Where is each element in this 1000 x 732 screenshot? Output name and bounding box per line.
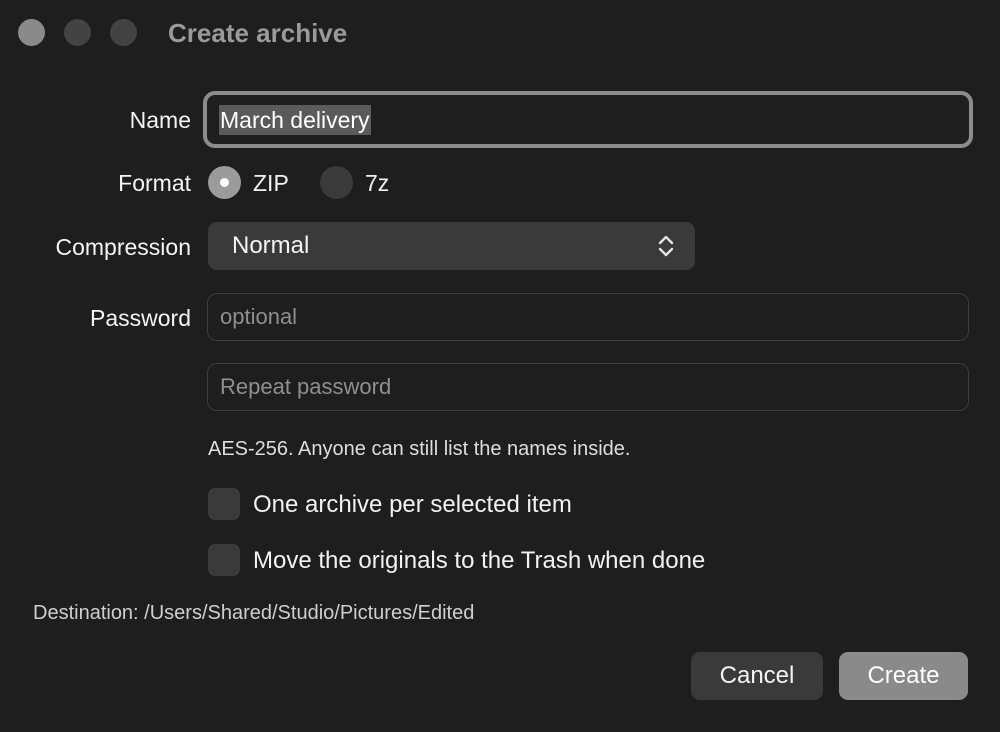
compression-value: Normal [232,232,310,259]
archive-name-value: March delivery [219,104,371,135]
trash-originals-label[interactable]: Move the originals to the Trash when don… [253,546,705,576]
name-label: Name [129,107,191,133]
repeat-password-input[interactable]: Repeat password [207,363,969,411]
one-archive-per-item-label[interactable]: One archive per selected item [253,490,572,520]
format-label: Format [118,170,191,196]
format-zip-label[interactable]: ZIP [253,168,289,198]
window-title: Create archive [168,18,348,48]
chevron-up-down-icon [658,235,674,257]
format-7z-radio[interactable] [320,166,353,199]
password-input[interactable]: optional [207,293,969,341]
compression-label: Compression [55,234,192,260]
one-archive-per-item-checkbox[interactable] [208,488,240,520]
close-window-button[interactable] [18,19,45,46]
zoom-window-button[interactable] [110,19,137,46]
password-label: Password [90,305,191,331]
format-zip-radio[interactable] [208,166,241,199]
cancel-button[interactable]: Cancel [691,652,823,700]
password-placeholder: optional [220,304,298,329]
repeat-password-placeholder: Repeat password [220,374,392,399]
archive-name-input[interactable]: March delivery [203,91,973,148]
destination-path: Destination: /Users/Shared/Studio/Pictur… [33,602,475,624]
create-button[interactable]: Create [839,652,968,700]
create-archive-dialog: Create archive Name March delivery Forma… [0,0,1000,732]
format-7z-label[interactable]: 7z [365,168,389,198]
password-hint: AES-256. Anyone can still list the names… [208,438,631,460]
compression-popup[interactable]: Normal [208,222,695,270]
minimize-window-button[interactable] [64,19,91,46]
trash-originals-checkbox[interactable] [208,544,240,576]
